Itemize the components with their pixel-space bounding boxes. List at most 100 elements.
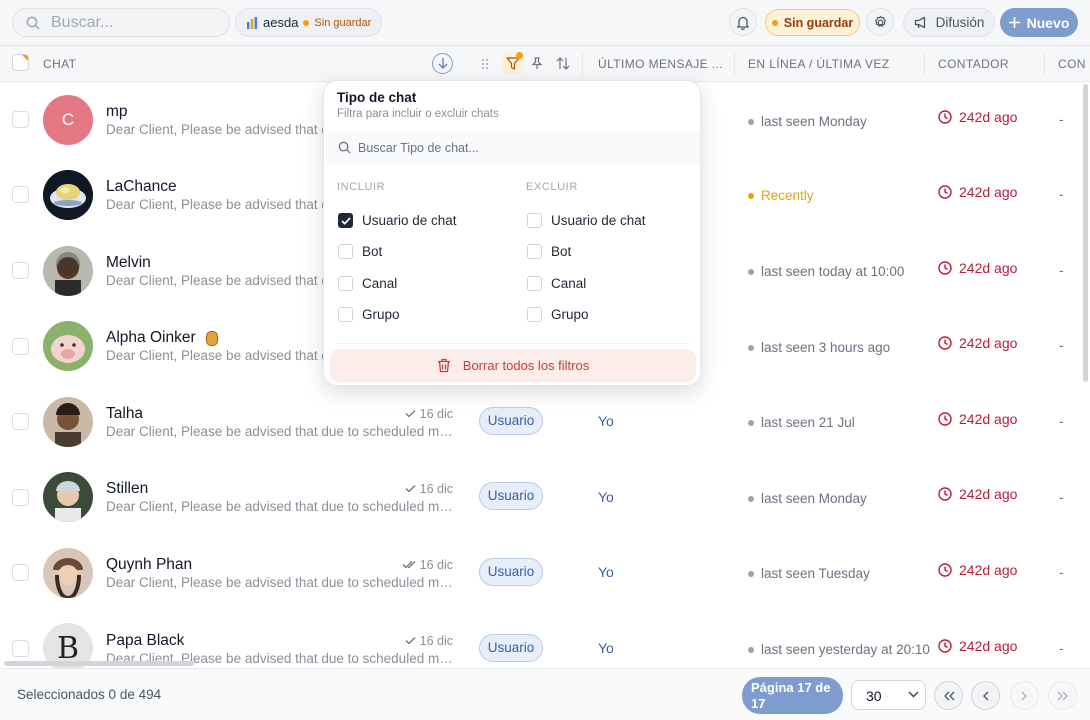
clock-icon [938, 110, 952, 124]
popover-search-box[interactable] [326, 131, 700, 165]
extra-cell: - [1059, 564, 1064, 580]
sort-arrows-icon[interactable] [556, 57, 570, 70]
option-label: Bot [362, 244, 383, 259]
exclude-option-chat-user[interactable]: Usuario de chat [527, 213, 646, 228]
row-checkbox[interactable] [12, 640, 29, 657]
clock-icon [938, 412, 952, 426]
chat-type-badge: Usuario [479, 407, 543, 435]
select-all-checkbox[interactable] [12, 54, 29, 71]
save-status-button[interactable]: Sin guardar [765, 9, 860, 36]
popover-search-input[interactable] [358, 139, 678, 157]
checkbox[interactable] [527, 276, 542, 291]
table-row[interactable]: Stillen 16 dic Dear Client, Please be ad… [0, 459, 1082, 534]
row-checkbox[interactable] [12, 489, 29, 506]
counter-text: 242d ago [959, 486, 1018, 502]
counter-cell: 242d ago [938, 562, 1017, 578]
checkbox[interactable] [338, 276, 353, 291]
clock-icon [938, 185, 952, 199]
clock-icon [938, 563, 952, 577]
page-size-select[interactable]: 30 [851, 680, 926, 710]
table-row[interactable]: B Papa Black 16 dic Dear Client, Please … [0, 610, 1082, 668]
column-header-online[interactable]: EN LÍNEA / ÚLTIMA VEZ [748, 57, 890, 71]
row-checkbox[interactable] [12, 111, 29, 128]
bar-chart-icon [247, 16, 258, 29]
exclude-option-bot[interactable]: Bot [527, 244, 571, 259]
search-box[interactable] [12, 8, 230, 37]
search-input[interactable] [51, 13, 221, 33]
unsaved-dot [771, 19, 778, 26]
check-icon [405, 637, 416, 645]
chat-name: Stillen [106, 480, 149, 497]
exclude-option-group[interactable]: Grupo [527, 307, 589, 322]
clear-filters-button[interactable]: Borrar todos los filtros [330, 349, 696, 382]
column-header-next[interactable]: CON [1058, 57, 1086, 71]
chat-name: Papa Black [106, 632, 185, 649]
avatar-image [43, 170, 93, 220]
chat-preview: Dear Client, Please be advised that due … [106, 424, 456, 439]
include-option-channel[interactable]: Canal [338, 276, 397, 291]
column-header-chat[interactable]: CHAT [43, 57, 76, 71]
option-label: Grupo [551, 307, 589, 322]
online-status-text: last seen yesterday at 20:10 [761, 642, 930, 657]
table-row[interactable]: Quynh Phan 16 dic Dear Client, Please be… [0, 534, 1082, 609]
vertical-scrollbar[interactable] [1083, 84, 1088, 382]
extra-cell: - [1059, 640, 1064, 656]
drag-handle-icon[interactable] [481, 58, 489, 70]
new-button[interactable]: Nuevo [1000, 8, 1078, 37]
sort-toggle-button[interactable] [432, 53, 453, 74]
last-page-button[interactable] [1048, 681, 1077, 710]
avatar-initial: C [61, 110, 75, 129]
first-page-button[interactable] [934, 681, 963, 710]
option-label: Bot [551, 244, 572, 259]
counter-cell: 242d ago [938, 184, 1017, 200]
include-option-chat-user[interactable]: Usuario de chat [338, 213, 457, 228]
checkbox[interactable] [527, 244, 542, 259]
column-divider [582, 52, 583, 76]
counter-cell: 242d ago [938, 638, 1017, 654]
row-checkbox[interactable] [12, 186, 29, 203]
status-dot [748, 570, 754, 577]
column-header-last-message[interactable]: ÚLTIMO MENSAJE ... [598, 57, 723, 71]
next-page-button[interactable] [1010, 681, 1039, 710]
row-checkbox[interactable] [12, 338, 29, 355]
exclude-header: EXCLUIR [526, 181, 578, 193]
broadcast-button[interactable]: Difusión [903, 8, 995, 37]
pin-icon[interactable] [531, 57, 543, 70]
avatar [43, 321, 93, 371]
row-checkbox[interactable] [12, 413, 29, 430]
include-option-group[interactable]: Grupo [338, 307, 400, 322]
page-size-value: 30 [866, 688, 882, 704]
filter-button[interactable] [502, 52, 524, 74]
counter-text: 242d ago [959, 335, 1018, 351]
column-header-counter[interactable]: CONTADOR [938, 57, 1009, 71]
chat-name: mp [106, 103, 128, 120]
double-chevron-right-icon [1057, 691, 1068, 700]
checkbox[interactable] [527, 307, 542, 322]
settings-button[interactable] [866, 8, 894, 36]
message-time-text: 16 dic [419, 558, 453, 572]
table-row[interactable]: Talha 16 dic Dear Client, Please be advi… [0, 383, 1082, 458]
chat-type-badge: Usuario [479, 482, 543, 510]
row-checkbox[interactable] [12, 262, 29, 279]
include-option-bot[interactable]: Bot [338, 244, 382, 259]
counter-text: 242d ago [959, 184, 1018, 200]
bell-icon [737, 16, 749, 30]
double-chevron-left-icon [943, 691, 954, 700]
message-time-text: 16 dic [419, 482, 453, 496]
avatar-image [43, 472, 93, 522]
chat-type-filter-popover: Tipo de chat Filtra para incluir o exclu… [323, 80, 701, 386]
checkbox[interactable] [338, 307, 353, 322]
previous-page-button[interactable] [971, 681, 1000, 710]
notifications-button[interactable] [729, 8, 757, 36]
extra-cell: - [1059, 111, 1064, 127]
avatar-image [43, 548, 93, 598]
checkbox[interactable] [338, 244, 353, 259]
chat-name: Quynh Phan [106, 556, 193, 573]
row-checkbox[interactable] [12, 564, 29, 581]
extra-cell: - [1059, 186, 1064, 202]
workspace-selector[interactable]: aesda Sin guardar [235, 8, 383, 37]
exclude-option-channel[interactable]: Canal [527, 276, 586, 291]
checkbox[interactable] [527, 213, 542, 228]
horizontal-scrollbar[interactable] [4, 661, 194, 666]
checkbox-checked[interactable] [338, 213, 353, 228]
